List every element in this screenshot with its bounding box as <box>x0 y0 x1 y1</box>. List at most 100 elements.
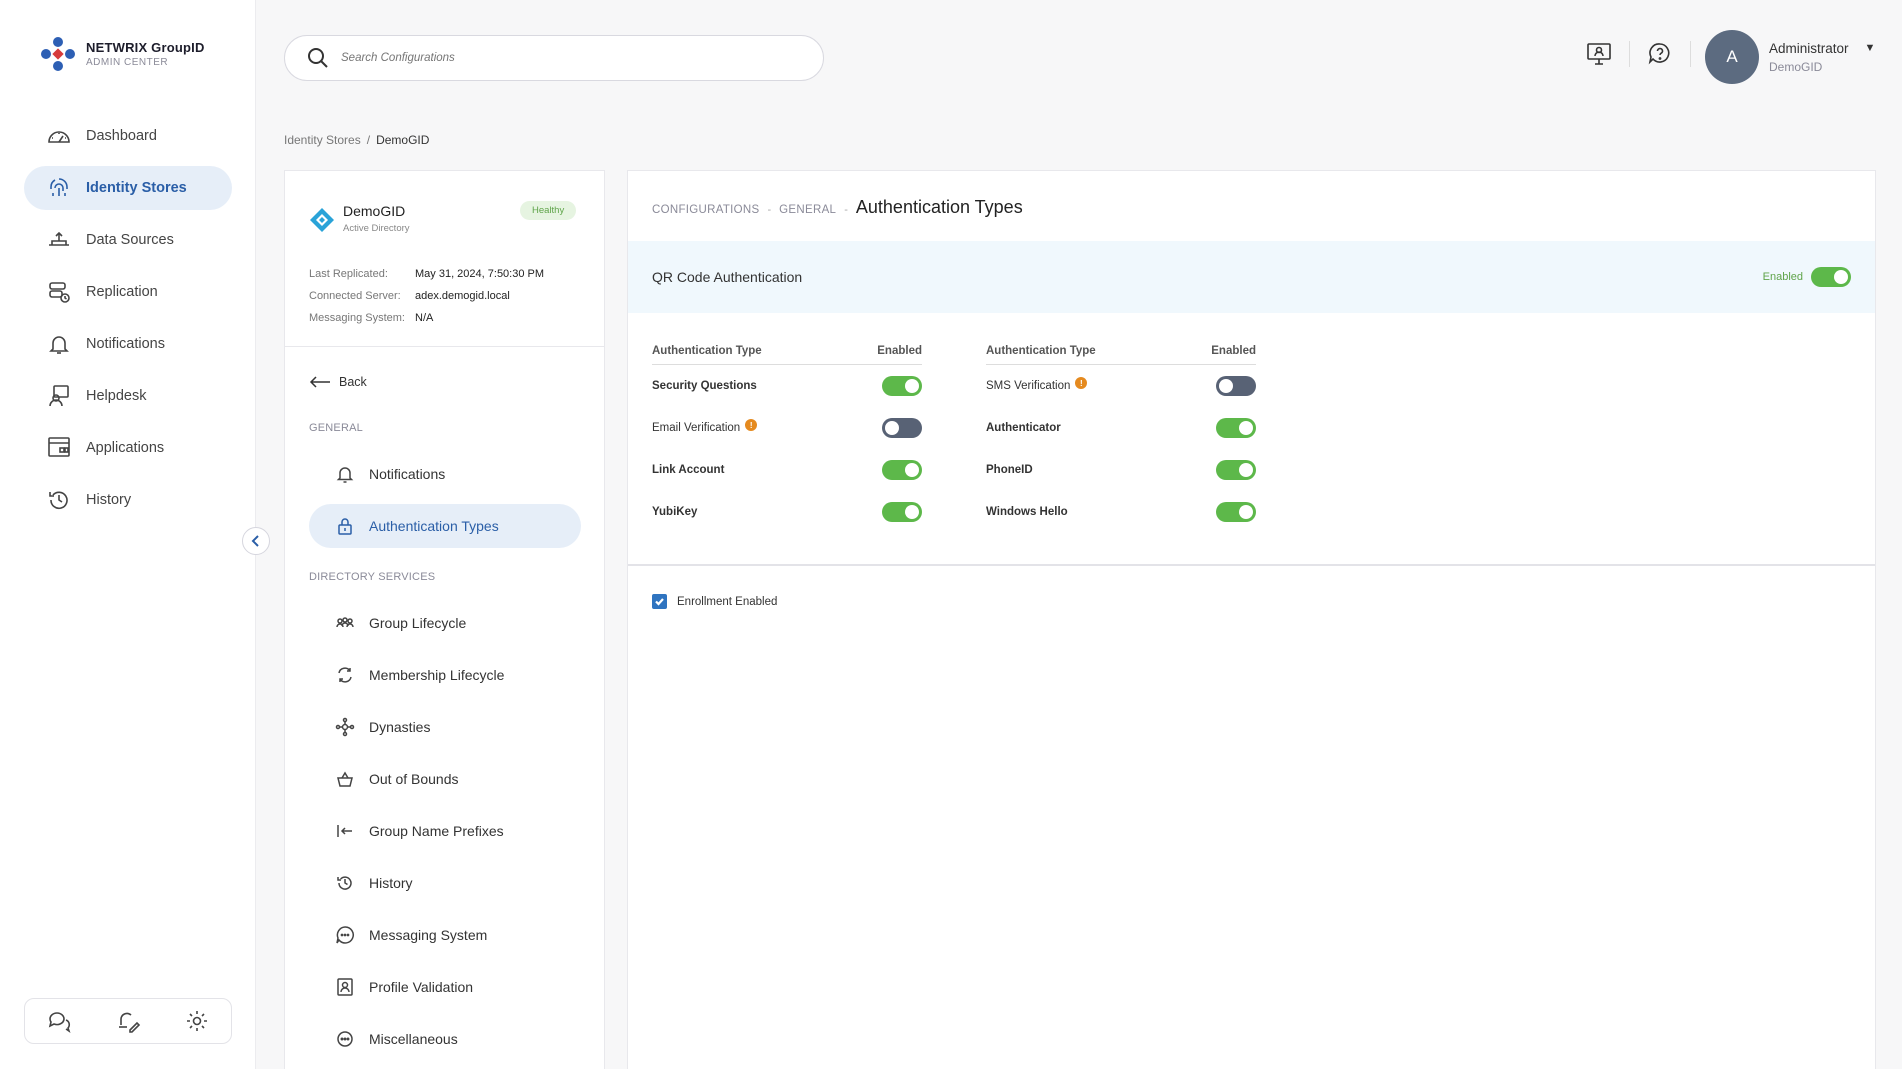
arrow-left-icon <box>309 376 330 388</box>
cycle-icon <box>338 667 352 683</box>
user-org: DemoGID <box>1769 59 1823 74</box>
yubikey-toggle[interactable] <box>882 502 922 522</box>
store-meta: Last Replicated: May 31, 2024, 7:50:30 PM… <box>309 263 544 329</box>
email-verification-toggle[interactable] <box>882 418 922 438</box>
nav-item-history[interactable]: History <box>24 478 232 522</box>
checkmark-icon <box>655 598 664 606</box>
qr-code-authentication-row: QR Code Authentication Enabled <box>628 241 1875 313</box>
page-header: CONFIGURATIONS - GENERAL - Authenticatio… <box>652 197 1023 218</box>
header-crumb-general[interactable]: GENERAL <box>779 204 836 216</box>
meta-row: Last Replicated: May 31, 2024, 7:50:30 PM <box>309 263 544 285</box>
meta-key: Last Replicated: <box>309 268 388 280</box>
sms-verification-toggle[interactable] <box>1216 376 1256 396</box>
nav-item-label: Applications <box>86 440 165 456</box>
subnav-item-profile-validation[interactable]: Profile Validation <box>309 965 581 1009</box>
subnav-item-label: Profile Validation <box>369 979 474 995</box>
nav-item-identity-stores[interactable]: Identity Stores <box>24 166 232 210</box>
user-menu[interactable]: A Administrator ▼ DemoGID <box>1705 30 1875 84</box>
bell-icon <box>336 467 354 483</box>
subnav-item-membership-lifecycle[interactable]: Membership Lifecycle <box>309 653 581 697</box>
breadcrumb: Identity Stores / DemoGID <box>284 133 429 147</box>
brand-title: NETWRIX GroupID <box>86 40 205 55</box>
table-row: Link Account <box>652 449 922 491</box>
authenticator-toggle[interactable] <box>1216 418 1256 438</box>
bell-icon <box>49 336 69 354</box>
meta-value: N/A <box>415 312 434 324</box>
qr-code-toggle[interactable] <box>1811 267 1851 287</box>
store-type: Active Directory <box>343 223 410 234</box>
enrollment-enabled-option[interactable]: Enrollment Enabled <box>652 594 777 609</box>
caret-down-icon[interactable]: ▼ <box>1865 42 1876 54</box>
subnav-item-label: Messaging System <box>369 927 488 943</box>
nav-item-helpdesk[interactable]: Helpdesk <box>24 374 232 418</box>
notification-edit-icon[interactable] <box>115 1008 141 1034</box>
table-header: Authentication Type Enabled <box>652 345 922 365</box>
security-questions-toggle[interactable] <box>882 376 922 396</box>
table-row: PhoneID <box>986 449 1256 491</box>
windows-hello-toggle[interactable] <box>1216 502 1256 522</box>
collapse-sidebar-button[interactable] <box>242 527 270 555</box>
nav-item-dashboard[interactable]: Dashboard <box>24 114 232 158</box>
info-icon[interactable]: ! <box>1075 377 1088 389</box>
nav-item-label: Data Sources <box>86 232 174 248</box>
subnav-item-label: Membership Lifecycle <box>369 667 505 683</box>
column-header-enabled: Enabled <box>1211 345 1256 357</box>
subnav-item-authentication-types[interactable]: Authentication Types <box>309 504 581 548</box>
subnav-item-miscellaneous[interactable]: Miscellaneous <box>309 1017 581 1061</box>
nav-item-data-sources[interactable]: Data Sources <box>24 218 232 262</box>
enrollment-checkbox[interactable] <box>652 594 667 609</box>
identity-store-panel: DemoGID Active Directory Healthy Last Re… <box>284 170 605 1069</box>
nav-item-label: Dashboard <box>86 128 157 144</box>
breadcrumb-current: DemoGID <box>376 133 430 147</box>
subnav-item-dynasties[interactable]: Dynasties <box>309 705 581 749</box>
link-account-toggle[interactable] <box>882 460 922 480</box>
enrollment-label: Enrollment Enabled <box>677 595 778 608</box>
nav-item-label: Identity Stores <box>86 180 187 196</box>
table-row: Email Verification! <box>652 407 922 449</box>
nav-item-label: Notifications <box>86 336 165 352</box>
prefix-arrow-icon <box>337 825 352 837</box>
meta-key: Messaging System: <box>309 312 405 324</box>
store-name: DemoGID <box>343 203 406 219</box>
gear-icon[interactable] <box>184 1008 210 1034</box>
subnav-item-label: Group Name Prefixes <box>369 823 504 839</box>
main-nav: Dashboard Identity Stores Data Sources R… <box>24 114 232 530</box>
header-crumb-configurations[interactable]: CONFIGURATIONS <box>652 204 760 216</box>
table-row: SMS Verification! <box>986 365 1256 407</box>
nav-item-replication[interactable]: Replication <box>24 270 232 314</box>
nav-item-label: History <box>86 492 132 508</box>
applications-icon <box>48 437 70 457</box>
search-bar[interactable] <box>284 35 824 81</box>
info-icon[interactable]: ! <box>745 419 758 431</box>
table-row: Windows Hello <box>986 491 1256 533</box>
toolbar-divider <box>1629 41 1630 67</box>
history-icon <box>337 876 352 890</box>
subnav-item-messaging-system[interactable]: Messaging System <box>309 913 581 957</box>
chevron-left-icon <box>251 535 259 547</box>
breadcrumb-parent[interactable]: Identity Stores <box>284 133 361 147</box>
subnav-item-out-of-bounds[interactable]: Out of Bounds <box>309 757 581 801</box>
meta-value: May 31, 2024, 7:50:30 PM <box>415 268 545 280</box>
search-input[interactable] <box>341 52 781 64</box>
dashboard-icon <box>48 131 70 143</box>
subnav-item-group-name-prefixes[interactable]: Group Name Prefixes <box>309 809 581 853</box>
phoneid-toggle[interactable] <box>1216 460 1256 480</box>
back-button[interactable]: Back <box>309 375 367 389</box>
subnav-item-group-lifecycle[interactable]: Group Lifecycle <box>309 601 581 645</box>
screen-share-button[interactable] <box>1585 40 1613 68</box>
section-label-general: GENERAL <box>309 422 363 434</box>
nav-item-notifications[interactable]: Notifications <box>24 322 232 366</box>
history-icon <box>49 491 68 510</box>
chat-icon[interactable] <box>46 1008 72 1034</box>
qr-status-label: Enabled <box>1762 271 1803 283</box>
bottom-toolbar <box>24 998 232 1044</box>
dynasty-icon <box>335 717 355 737</box>
auth-type-label: Link Account <box>652 464 725 476</box>
column-header-enabled: Enabled <box>877 345 922 357</box>
brand-logo[interactable]: NETWRIX GroupID ADMIN CENTER <box>38 34 205 74</box>
subnav-item-notifications[interactable]: Notifications <box>309 452 581 496</box>
nav-item-applications[interactable]: Applications <box>24 426 232 470</box>
subnav-item-history[interactable]: History <box>309 861 581 905</box>
help-button[interactable] <box>1646 40 1674 68</box>
header-crumb-separator: - <box>844 204 848 216</box>
